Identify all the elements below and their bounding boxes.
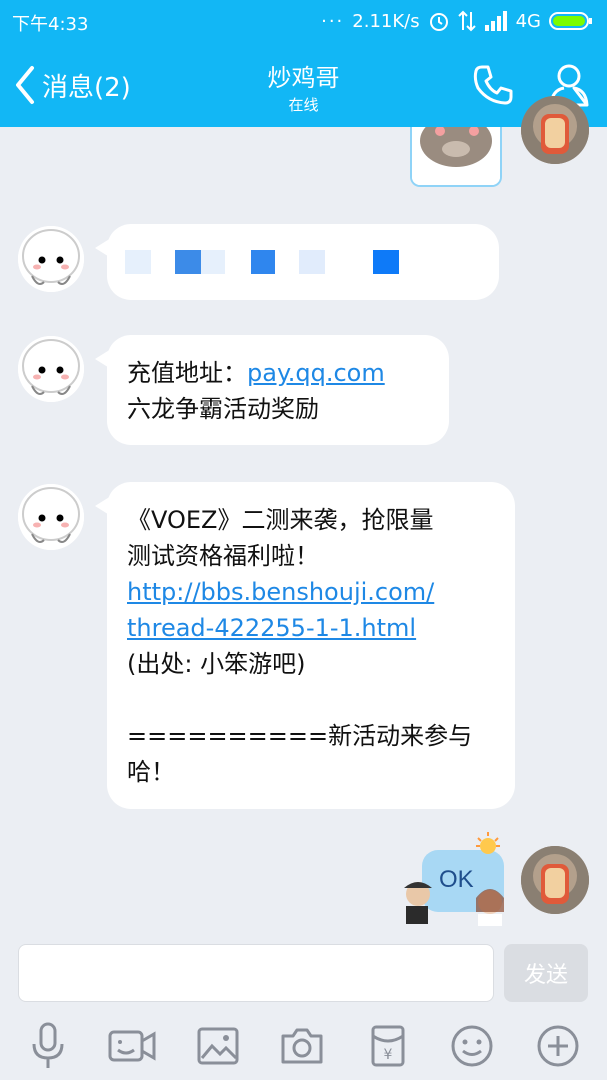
- emoji-button[interactable]: [446, 1022, 498, 1070]
- input-area: 发送 ¥: [0, 932, 607, 1080]
- video-camera-icon: [108, 1030, 156, 1062]
- ghost-avatar-image: [18, 484, 84, 550]
- message-link[interactable]: thread-422255-1-1.html: [127, 610, 515, 646]
- image-icon: [197, 1027, 239, 1065]
- ghost-avatar-image: [18, 336, 84, 402]
- message-text: 测试资格福利啦！: [127, 542, 319, 570]
- alarm-icon: [429, 13, 448, 31]
- call-button[interactable]: [470, 62, 516, 112]
- ok-sticker-message[interactable]: OK: [394, 832, 512, 928]
- status-time: 下午4:33: [12, 14, 89, 35]
- pixel-block: [251, 250, 275, 274]
- more-dots-icon: ···: [321, 10, 345, 32]
- data-transfer-icon: [457, 10, 476, 32]
- my-avatar[interactable]: [521, 96, 589, 164]
- camera-button[interactable]: [276, 1022, 328, 1070]
- message-bubble[interactable]: 《VOEZ》二测来袭，抢限量 测试资格福利啦！ http://bbs.bensh…: [95, 482, 515, 809]
- sticker-caption: OK: [439, 866, 474, 893]
- red-packet-icon: ¥: [371, 1025, 405, 1067]
- sticker-message[interactable]: [410, 127, 502, 187]
- message-link[interactable]: http://bbs.benshouji.com/: [127, 574, 515, 610]
- message-text: 六龙争霸活动奖励: [127, 395, 319, 423]
- status-bar: 下午4:33 ··· 2.11K/s 4G: [0, 0, 607, 44]
- message-link[interactable]: pay.qq.com: [247, 359, 385, 387]
- signal-icon: [484, 11, 507, 31]
- send-button[interactable]: 发送: [504, 944, 588, 1002]
- bear-sticker-image: [412, 127, 500, 185]
- network-speed: 2.11K/s: [352, 10, 420, 32]
- voice-button[interactable]: [22, 1022, 74, 1070]
- contact-avatar[interactable]: [18, 226, 84, 292]
- pixel-block: [125, 250, 151, 274]
- contact-avatar[interactable]: [18, 336, 84, 402]
- message-text: (出处: 小笨游吧): [127, 650, 306, 678]
- camera-icon: [281, 1028, 323, 1064]
- message-text: 充值地址：: [127, 359, 247, 387]
- phone-icon: [473, 65, 513, 105]
- video-call-button[interactable]: [106, 1022, 158, 1070]
- message-bubble-pixelated[interactable]: [95, 224, 499, 300]
- red-packet-button[interactable]: ¥: [362, 1022, 414, 1070]
- microphone-icon: [32, 1022, 64, 1068]
- pixel-block: [175, 250, 201, 274]
- message-text: 哈！: [127, 758, 175, 786]
- battery-icon: [549, 12, 592, 30]
- message-text: 《VOEZ》二测来袭，抢限量: [127, 506, 434, 534]
- avatar-image: [521, 846, 589, 914]
- pixel-block: [299, 250, 325, 274]
- pixel-block: [373, 250, 399, 274]
- my-avatar[interactable]: [521, 846, 589, 914]
- pixel-block: [201, 250, 225, 274]
- contact-avatar[interactable]: [18, 484, 84, 550]
- svg-text:¥: ¥: [384, 1047, 393, 1063]
- avatar-image: [521, 96, 589, 164]
- message-input[interactable]: [18, 944, 494, 1002]
- message-text: ==========新活动来参与: [127, 722, 473, 750]
- ghost-avatar-image: [18, 226, 84, 292]
- message-line: 充值地址：pay.qq.com: [127, 355, 449, 391]
- more-button[interactable]: [532, 1022, 584, 1070]
- network-type: 4G: [515, 10, 541, 32]
- message-bubble[interactable]: 充值地址：pay.qq.com 六龙争霸活动奖励: [95, 335, 449, 445]
- photo-button[interactable]: [192, 1022, 244, 1070]
- plus-icon: [537, 1025, 579, 1067]
- chat-header: 消息(2) 炒鸡哥 在线: [0, 44, 607, 127]
- smiley-icon: [451, 1025, 493, 1067]
